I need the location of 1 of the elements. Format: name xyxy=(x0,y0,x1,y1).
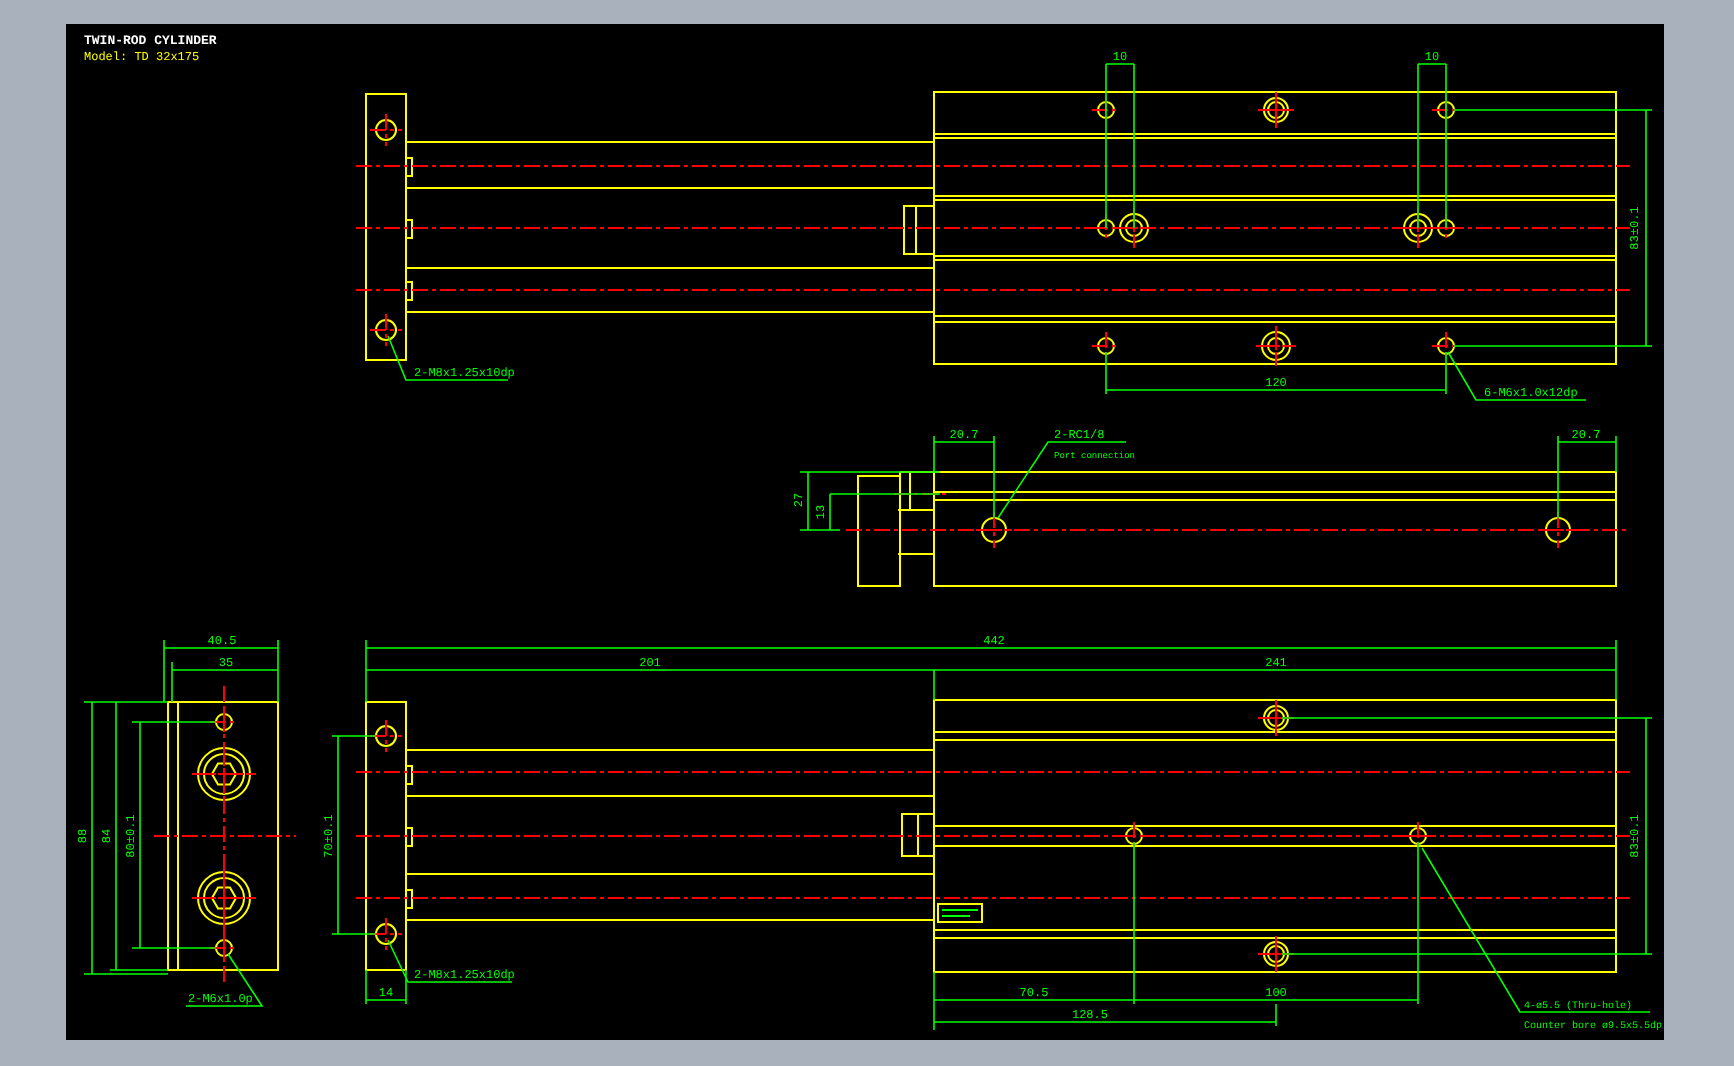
nameplate-icon xyxy=(937,903,983,923)
